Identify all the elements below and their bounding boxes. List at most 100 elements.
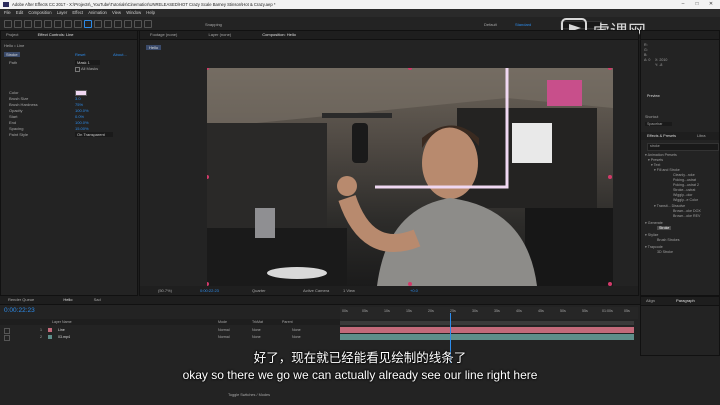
layer-mode[interactable]: Normal (218, 327, 230, 333)
viewer-timecode[interactable]: 0:00:22:23 (200, 286, 219, 295)
tree-3d-stroke[interactable]: 3D Stroke (657, 250, 673, 254)
eye-icon[interactable] (4, 335, 10, 341)
tree-item[interactable]: Brown...oke REV (673, 214, 700, 218)
shortcut-select[interactable]: Spacebar (645, 122, 673, 126)
layer-bar-video[interactable] (340, 334, 634, 340)
selection-tool-icon[interactable] (14, 20, 22, 28)
reset-link[interactable]: Reset (75, 52, 85, 57)
menu-edit[interactable]: Edit (16, 10, 23, 15)
prop-opacity-value[interactable]: 100.0% (75, 108, 89, 113)
tree-fill-stroke[interactable]: ▾ Fill and Stroke (654, 168, 680, 172)
tree-generate[interactable]: ▾ Generate (645, 221, 663, 225)
layer-row-video[interactable]: 2 03.mp4 Normal None None (0, 334, 340, 341)
pen-tool-icon[interactable] (84, 20, 92, 28)
camera-tool-icon[interactable] (54, 20, 62, 28)
tab-sad[interactable]: Sad (94, 297, 101, 302)
layer-label-color[interactable] (48, 335, 52, 339)
zoom-tool-icon[interactable] (34, 20, 42, 28)
workspace-default[interactable]: Default (484, 22, 497, 27)
prop-start-value[interactable]: 0.0% (75, 114, 84, 119)
timeline-timecode[interactable]: 0:00:22:23 (4, 307, 35, 314)
layer-name[interactable]: Line (58, 327, 65, 333)
about-link[interactable]: About... (113, 52, 127, 57)
menu-animation[interactable]: Animation (88, 10, 107, 15)
menu-help[interactable]: Help (146, 10, 155, 15)
tree-item[interactable]: Wiggly...e Color (673, 198, 698, 202)
tree-item[interactable]: Stroke...ustrat (673, 188, 695, 192)
tab-render-queue[interactable]: Render Queue (8, 297, 34, 302)
prop-end-value[interactable]: 100.0% (75, 120, 89, 125)
tab-layer[interactable]: Layer (none) (208, 32, 231, 37)
menu-window[interactable]: Window (126, 10, 141, 15)
layer-trkmat[interactable]: None (252, 327, 261, 333)
eraser-tool-icon[interactable] (124, 20, 132, 28)
layer-parent[interactable]: None (292, 327, 301, 333)
comp-chip[interactable]: Hello (146, 45, 162, 50)
brush-tool-icon[interactable] (104, 20, 112, 28)
tree-brush-strokes[interactable]: Brush Strokes (657, 238, 680, 242)
minimize-icon[interactable]: – (676, 0, 690, 9)
snapping-label[interactable]: Snapping (205, 22, 222, 27)
maximize-icon[interactable]: □ (690, 0, 704, 9)
menu-effect[interactable]: Effect (72, 10, 83, 15)
effects-search-input[interactable]: stroke (647, 143, 719, 151)
path-select[interactable]: Mask 1 (75, 60, 100, 65)
roto-brush-tool-icon[interactable] (134, 20, 142, 28)
hand-tool-icon[interactable] (24, 20, 32, 28)
resolution-select[interactable]: Quarter (252, 286, 266, 295)
layer-row-line[interactable]: 1 Line Normal None None (0, 327, 340, 334)
menu-file[interactable]: File (4, 10, 11, 15)
tree-item[interactable]: Poking...ustrat 2 (673, 183, 699, 187)
zoom-select[interactable]: (50.7%) (158, 286, 172, 295)
layer-bar-line[interactable] (340, 327, 634, 333)
prop-brush-hardness-value[interactable]: 75% (75, 102, 83, 107)
home-icon[interactable] (4, 20, 12, 28)
effect-name-stroke[interactable]: Stroke (4, 52, 20, 57)
tab-effects-presets[interactable]: Effects & Presets (647, 132, 676, 140)
tab-paragraph[interactable]: Paragraph (676, 298, 695, 303)
tab-composition[interactable]: Composition: Hello (262, 32, 296, 37)
views-select[interactable]: 1 View (343, 286, 355, 295)
tree-animation-presets[interactable]: ▾ Animation Presets (645, 153, 677, 157)
tree-item[interactable]: Cleanly...roke (673, 173, 695, 177)
prop-brush-size-value[interactable]: 3.0 (75, 96, 81, 101)
layer-parent[interactable]: None (292, 334, 301, 340)
rotate-tool-icon[interactable] (44, 20, 52, 28)
puppet-tool-icon[interactable] (144, 20, 152, 28)
tree-trapcode[interactable]: ▾ Trapcode (645, 245, 663, 249)
tree-presets[interactable]: ▾ Presets (648, 158, 663, 162)
tree-stylize[interactable]: ▾ Stylize (645, 233, 658, 237)
camera-select[interactable]: Active Camera (303, 286, 329, 295)
layer-mode[interactable]: Normal (218, 334, 230, 340)
tab-align[interactable]: Align (646, 298, 655, 303)
tab-libraries[interactable]: Libra (697, 132, 705, 140)
tree-stroke-selected[interactable]: Stroke (657, 226, 672, 230)
layer-label-color[interactable] (48, 328, 52, 332)
work-area-bar[interactable] (340, 321, 634, 325)
all-masks-checkbox[interactable] (75, 67, 80, 72)
type-tool-icon[interactable] (94, 20, 102, 28)
composition-frame[interactable] (207, 68, 613, 286)
exposure-value[interactable]: +0.0 (410, 286, 418, 295)
menu-layer[interactable]: Layer (57, 10, 67, 15)
close-icon[interactable]: ✕ (704, 0, 718, 9)
tab-effect-controls[interactable]: Effect Controls: Line (38, 32, 74, 37)
tab-hello[interactable]: Hello (63, 297, 72, 302)
preview-label[interactable]: Preview (647, 94, 660, 98)
tree-item[interactable]: Brown...oke DOX (673, 209, 701, 213)
tree-item[interactable]: Poking...ustrat (673, 178, 696, 182)
workspace-standard[interactable]: Standard (515, 22, 531, 27)
paint-style-select[interactable]: On Transparent (75, 132, 113, 137)
time-ruler[interactable]: 00s 05s 10s 15s 20s 25s 30s 35s 40s 45s … (340, 307, 638, 319)
prop-spacing-value[interactable]: 15.00% (75, 126, 89, 131)
layer-name[interactable]: 03.mp4 (58, 334, 70, 340)
mask-tool-icon[interactable] (74, 20, 82, 28)
toggle-switches-modes[interactable]: Toggle Switches / Modes (228, 393, 270, 397)
menu-view[interactable]: View (112, 10, 121, 15)
tab-project[interactable]: Project (6, 32, 18, 37)
tree-text[interactable]: ▾ Text (651, 163, 660, 167)
tree-item[interactable]: Wiggly...olor (673, 193, 693, 197)
tab-footage[interactable]: Footage (none) (150, 32, 177, 37)
pan-behind-tool-icon[interactable] (64, 20, 72, 28)
tree-transit[interactable]: ▾ Transit... Dissolve (654, 204, 685, 208)
